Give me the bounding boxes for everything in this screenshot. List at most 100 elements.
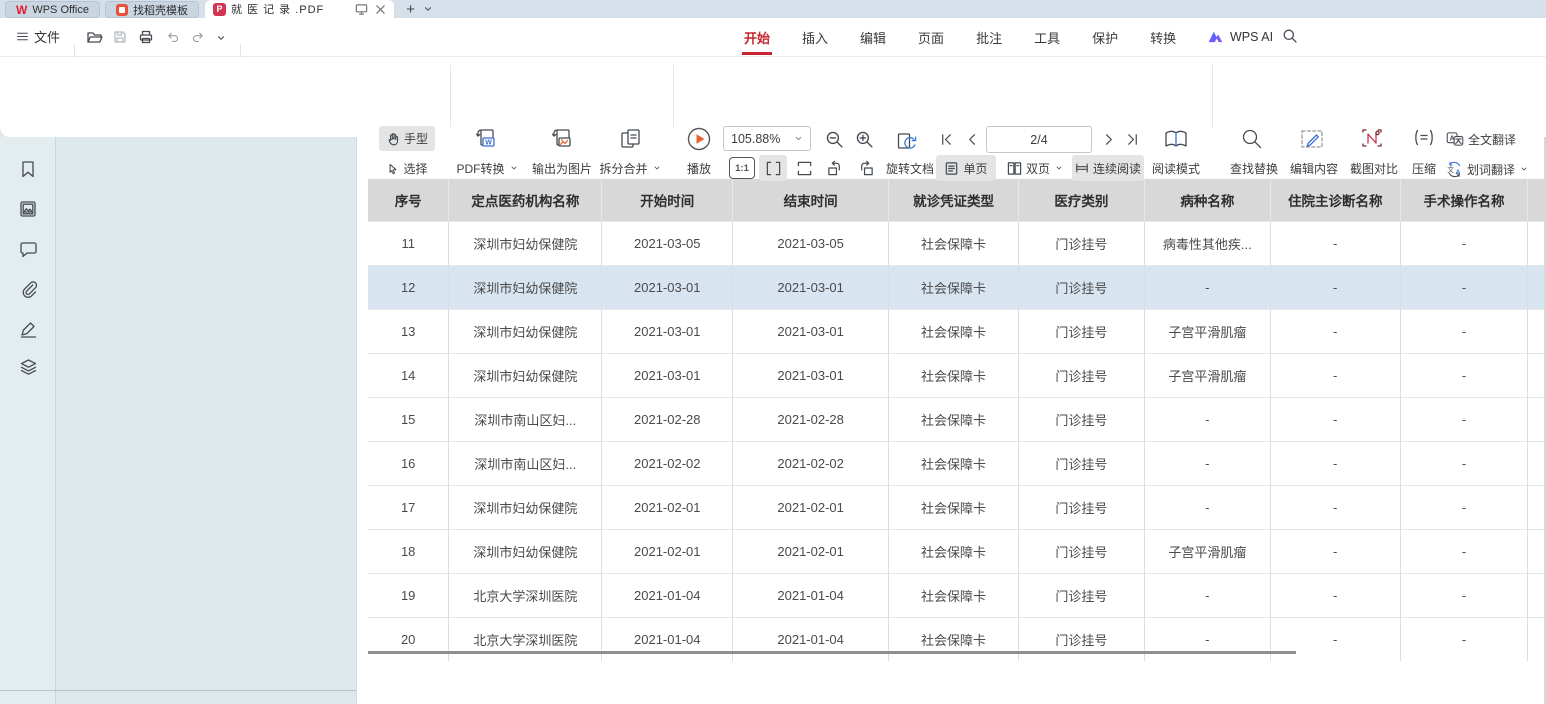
sidebar-comments-button[interactable] (17, 238, 39, 260)
screenshot-compare-label[interactable]: 截图对比 (1346, 158, 1402, 178)
file-menu-button[interactable]: 文件 (16, 27, 60, 46)
open-button[interactable] (86, 29, 103, 45)
play-label[interactable]: 播放 (685, 158, 713, 178)
ribbon-search-button[interactable] (1282, 28, 1298, 44)
table-cell: 社会保障卡 (889, 222, 1019, 266)
quick-access-chevron-icon[interactable] (216, 33, 226, 43)
chevron-down-icon (794, 134, 803, 143)
table-cell: 15 (368, 398, 449, 442)
undo-button[interactable] (165, 30, 180, 44)
ribbon-tab-插入[interactable]: 插入 (802, 18, 828, 56)
actual-size-button[interactable]: 1:1 (729, 157, 755, 179)
full-text-translate-button[interactable]: A 全文翻译 (1446, 129, 1536, 149)
navigation-panel[interactable] (57, 137, 356, 704)
pdf-convert-label[interactable]: PDF转换 (446, 158, 528, 178)
sidebar-attachments-button[interactable] (17, 278, 39, 300)
chevron-down-icon (1055, 164, 1063, 172)
word-translate-button[interactable]: 文A 划词翻译 (1446, 159, 1542, 179)
ribbon-tab-编辑[interactable]: 编辑 (860, 18, 886, 56)
print-button[interactable] (138, 29, 154, 45)
rotate-left-button[interactable] (822, 157, 848, 179)
sidebar-thumbnails-button[interactable] (17, 198, 39, 220)
export-as-image-button[interactable] (542, 123, 582, 155)
edit-content-button[interactable] (1298, 125, 1326, 153)
wps-ai-button[interactable]: WPS AI (1207, 18, 1273, 56)
document-canvas[interactable]: 序号定点医药机构名称开始时间结束时间就诊凭证类型医疗类别病种名称住院主诊断名称手… (356, 137, 1546, 704)
tab-document[interactable]: P 就 医 记 录 .PDF (205, 0, 394, 18)
table-cell: 12 (368, 266, 449, 310)
table-cell: 社会保障卡 (889, 618, 1019, 662)
column-header: 定点医药机构名称 (449, 179, 602, 222)
rotate-pages-button[interactable] (890, 123, 922, 155)
reading-mode-label[interactable]: 阅读模式 (1148, 158, 1204, 178)
sidebar-signature-button[interactable] (17, 318, 39, 340)
rotate-right-button[interactable] (852, 157, 878, 179)
table-row: 15深圳市南山区妇...2021-02-282021-02-28社会保障卡门诊挂… (368, 398, 1546, 442)
table-cell: - (1400, 398, 1528, 442)
table-cell: 社会保障卡 (889, 310, 1019, 354)
compress-button[interactable] (1410, 125, 1438, 153)
table-cell: 2021-01-04 (733, 574, 889, 618)
split-merge-label[interactable]: 拆分合并 (592, 158, 668, 178)
sidebar-icon-strip (0, 137, 56, 704)
sidebar-bookmarks-button[interactable] (17, 158, 39, 180)
ribbon-tab-工具[interactable]: 工具 (1034, 18, 1060, 56)
sidebar-layers-button[interactable] (17, 356, 39, 378)
chevron-down-icon (653, 164, 661, 172)
table-cell: 社会保障卡 (889, 486, 1019, 530)
pdf-convert-button[interactable]: W (466, 123, 506, 155)
redo-button[interactable] (191, 30, 206, 44)
new-tab-button[interactable]: + (406, 2, 415, 17)
page-number-input[interactable]: 2/4 (986, 126, 1092, 153)
reading-mode-button[interactable] (1160, 123, 1192, 155)
zoom-level-select[interactable]: 105.88% (723, 126, 811, 151)
table-cell: - (1144, 574, 1270, 618)
edit-content-label[interactable]: 编辑内容 (1286, 158, 1342, 178)
table-cell: - (1400, 266, 1528, 310)
panel-bottom-line (0, 690, 356, 691)
save-button[interactable] (112, 29, 128, 45)
first-page-button[interactable] (936, 129, 956, 149)
share-to-screen-icon[interactable] (355, 3, 368, 16)
fit-page-button[interactable] (792, 157, 816, 179)
screenshot-compare-button[interactable] (1358, 125, 1386, 153)
ribbon-tab-页面[interactable]: 页面 (918, 18, 944, 56)
table-row: 19北京大学深圳医院2021-01-042021-01-04社会保障卡门诊挂号-… (368, 574, 1546, 618)
zoom-in-button[interactable] (852, 127, 876, 151)
table-cell: 2021-01-04 (602, 618, 733, 662)
table-cell: - (1400, 354, 1528, 398)
ribbon-tab-转换[interactable]: 转换 (1150, 18, 1176, 56)
printer-icon (138, 29, 154, 45)
select-tool-button[interactable]: 选择 (379, 156, 435, 181)
rotate-pages-icon (893, 126, 920, 153)
double-page-button[interactable]: 双页 (1002, 155, 1068, 181)
split-merge-button[interactable] (610, 123, 650, 155)
export-as-image-label[interactable]: 输出为图片 (528, 158, 596, 178)
table-cell: 2021-02-28 (733, 398, 889, 442)
find-replace-icon (1240, 127, 1264, 151)
table-row: 14深圳市妇幼保健院2021-03-012021-03-01社会保障卡门诊挂号子… (368, 354, 1546, 398)
ribbon-tab-批注[interactable]: 批注 (976, 18, 1002, 56)
chevron-down-icon (1520, 165, 1528, 173)
play-button[interactable] (685, 125, 713, 153)
continuous-reading-button[interactable]: 连续阅读 (1072, 155, 1144, 181)
find-replace-button[interactable] (1238, 125, 1266, 153)
close-tab-icon[interactable] (375, 4, 386, 15)
next-page-button[interactable] (1098, 129, 1118, 149)
tab-wps-office[interactable]: W WPS Office (5, 1, 100, 18)
hand-tool-button[interactable]: 手型 (379, 126, 435, 151)
ribbon-tab-保护[interactable]: 保护 (1092, 18, 1118, 56)
tab-docer-templates[interactable]: 找稻壳模板 (105, 1, 199, 18)
table-cell: - (1270, 310, 1400, 354)
compress-icon (1412, 127, 1436, 151)
tab-list-chevron-icon[interactable] (423, 4, 433, 14)
zoom-out-button[interactable] (822, 127, 846, 151)
single-page-button[interactable]: 单页 (936, 155, 996, 181)
find-replace-label[interactable]: 查找替换 (1226, 158, 1282, 178)
last-page-button[interactable] (1122, 129, 1142, 149)
compress-label[interactable]: 压缩 (1410, 158, 1438, 178)
previous-page-button[interactable] (962, 129, 982, 149)
ribbon-tab-开始[interactable]: 开始 (744, 18, 770, 56)
fit-width-button[interactable] (759, 155, 787, 181)
rotate-document-label[interactable]: 旋转文档 (882, 158, 938, 178)
